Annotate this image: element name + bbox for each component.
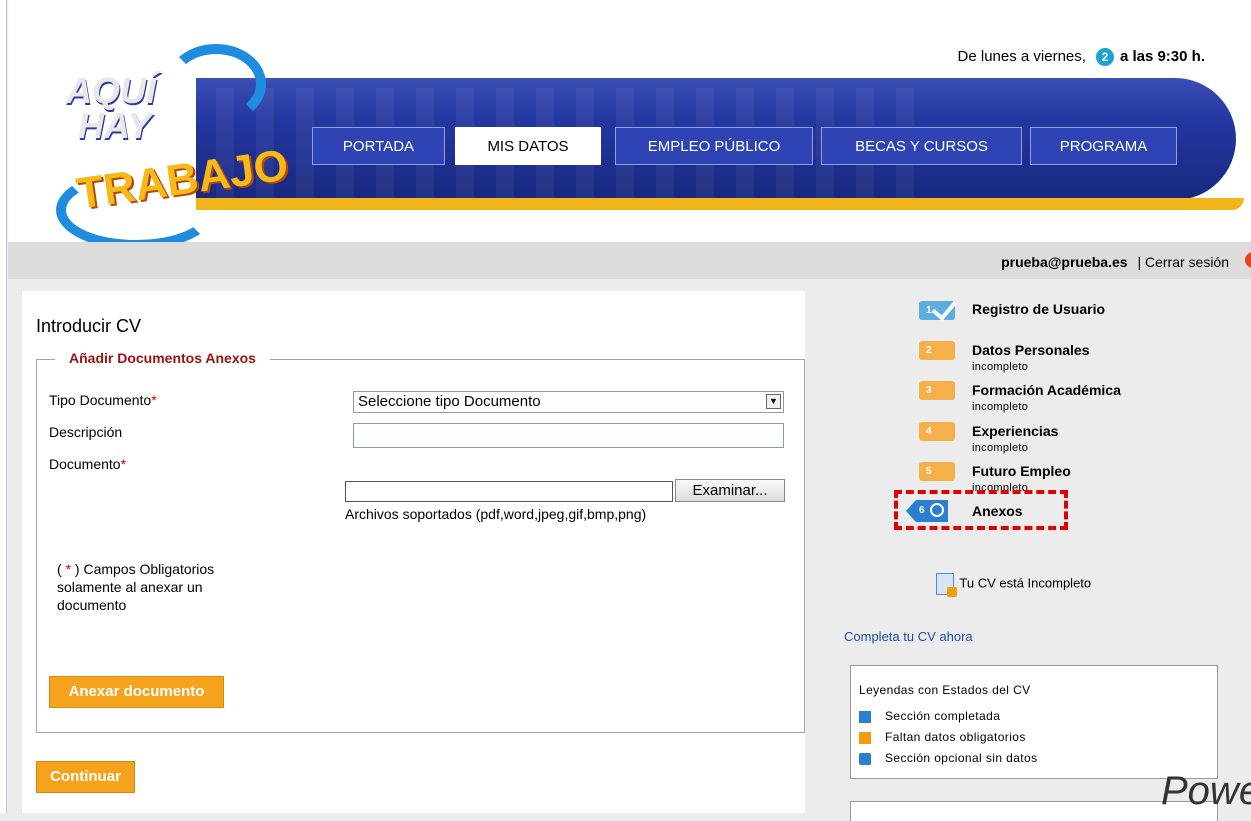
note-open: ( [57,561,66,577]
step-status-icon: 2 [919,341,955,360]
site-logo[interactable]: AQUÍ HAY TRABAJO [56,44,316,250]
user-bar: prueba@prueba.es | Cerrar sesión [8,242,1251,279]
document-warning-icon [936,573,957,597]
browse-button[interactable]: Examinar... [675,479,785,502]
check-icon [859,711,871,723]
optional-icon [859,753,871,765]
nav-mis-datos[interactable]: MIS DATOS [455,127,601,165]
main-panel: Introducir CV Añadir Documentos Anexos T… [22,291,805,813]
step-title[interactable]: Datos Personales [972,342,1090,358]
section-title: Añadir Documentos Anexos [55,350,270,366]
channel-badge: 2 [1095,48,1114,66]
descripcion-input[interactable] [353,423,784,448]
logout-link[interactable]: Cerrar sesión [1145,254,1229,270]
step-title[interactable]: Registro de Usuario [972,301,1105,317]
check-icon [931,295,957,321]
logo-arrow-icon [166,44,266,124]
highlight-box [894,490,1068,530]
step-title[interactable]: Experiencias [972,423,1058,439]
required-mark: * [120,456,127,472]
documents-fieldset: Añadir Documentos Anexos Tipo Documento*… [36,350,805,733]
nav-portada[interactable]: PORTADA [312,127,445,165]
user-session: prueba@prueba.es | Cerrar sesión [1001,254,1229,270]
step-status: incompleto [972,442,1029,454]
site-header: AQUÍ HAY TRABAJO De lunes a viernes, 2 a l… [8,0,1251,250]
complete-cv-link[interactable]: Completa tu CV ahora [844,629,973,644]
tipo-documento-select[interactable]: Seleccione tipo Documento ▼ [353,391,784,413]
legend-title: Leyendas con Estados del CV [859,683,1031,697]
user-email: prueba@prueba.es [1001,254,1128,270]
file-path-input[interactable] [345,481,673,502]
step-title[interactable]: Formación Académica [972,382,1121,398]
step-title[interactable]: Futuro Empleo [972,463,1071,479]
step-number: 1 [926,305,932,316]
schedule-time: a las 9:30 h. [1119,48,1205,65]
separator: | [1137,254,1142,270]
documento-label: Documento* [49,456,126,472]
orange-square-icon [859,732,871,744]
step-status: incompleto [972,401,1029,413]
cv-status-text: Tu CV está Incompleto [959,575,1092,591]
step-status-icon: 5 [919,462,955,481]
nav-programa[interactable]: PROGRAMA [1030,127,1177,165]
note-text: ) Campos Obligatorios solamente al anexa… [57,561,215,613]
schedule-info: De lunes a viernes, 2 a las 9:30 h. [958,48,1205,66]
cv-status: Tu CV está Incompleto [936,573,1092,597]
step-status-icon: 1 [919,295,957,321]
left-border [0,0,7,813]
documento-text: Documento [49,456,121,472]
tipo-documento-text: Tipo Documento [49,392,152,408]
dropdown-arrow-icon[interactable]: ▼ [766,394,781,409]
tipo-documento-label: Tipo Documento* [49,392,157,408]
supported-formats: Archivos soportados (pdf,word,jpeg,gif,b… [345,506,647,522]
cv-progress-sidebar: 1 Registro de Usuario 2 Datos Personales… [806,279,1251,821]
legend-label: Faltan datos obligatorios [885,730,1026,744]
logout-icon[interactable] [1245,252,1251,268]
attach-document-button[interactable]: Anexar documento [49,676,224,708]
logo-text-line2: HAY [78,105,152,146]
legend-label: Sección completada [885,709,1001,723]
legend-label: Sección opcional sin datos [885,751,1038,765]
nav-becas-cursos[interactable]: BECAS Y CURSOS [821,127,1022,165]
descripcion-label: Descripción [49,424,123,440]
required-fields-note: ( * ) Campos Obligatorios solamente al a… [57,560,257,614]
legend-box: Leyendas con Estados del CV Sección comp… [850,665,1218,779]
step-status-icon: 4 [919,422,955,441]
nav-empleo-publico[interactable]: EMPLEO PÚBLICO [615,127,813,165]
required-mark: * [151,392,157,408]
schedule-prefix: De lunes a viernes, [957,48,1086,65]
page-title: Introducir CV [36,316,142,336]
continue-button[interactable]: Continuar [36,761,135,793]
step-status-icon: 3 [919,381,955,400]
tipo-documento-value: Seleccione tipo Documento [358,393,541,410]
step-status: incompleto [972,361,1029,373]
powered-by-text: Powe [1161,769,1251,813]
